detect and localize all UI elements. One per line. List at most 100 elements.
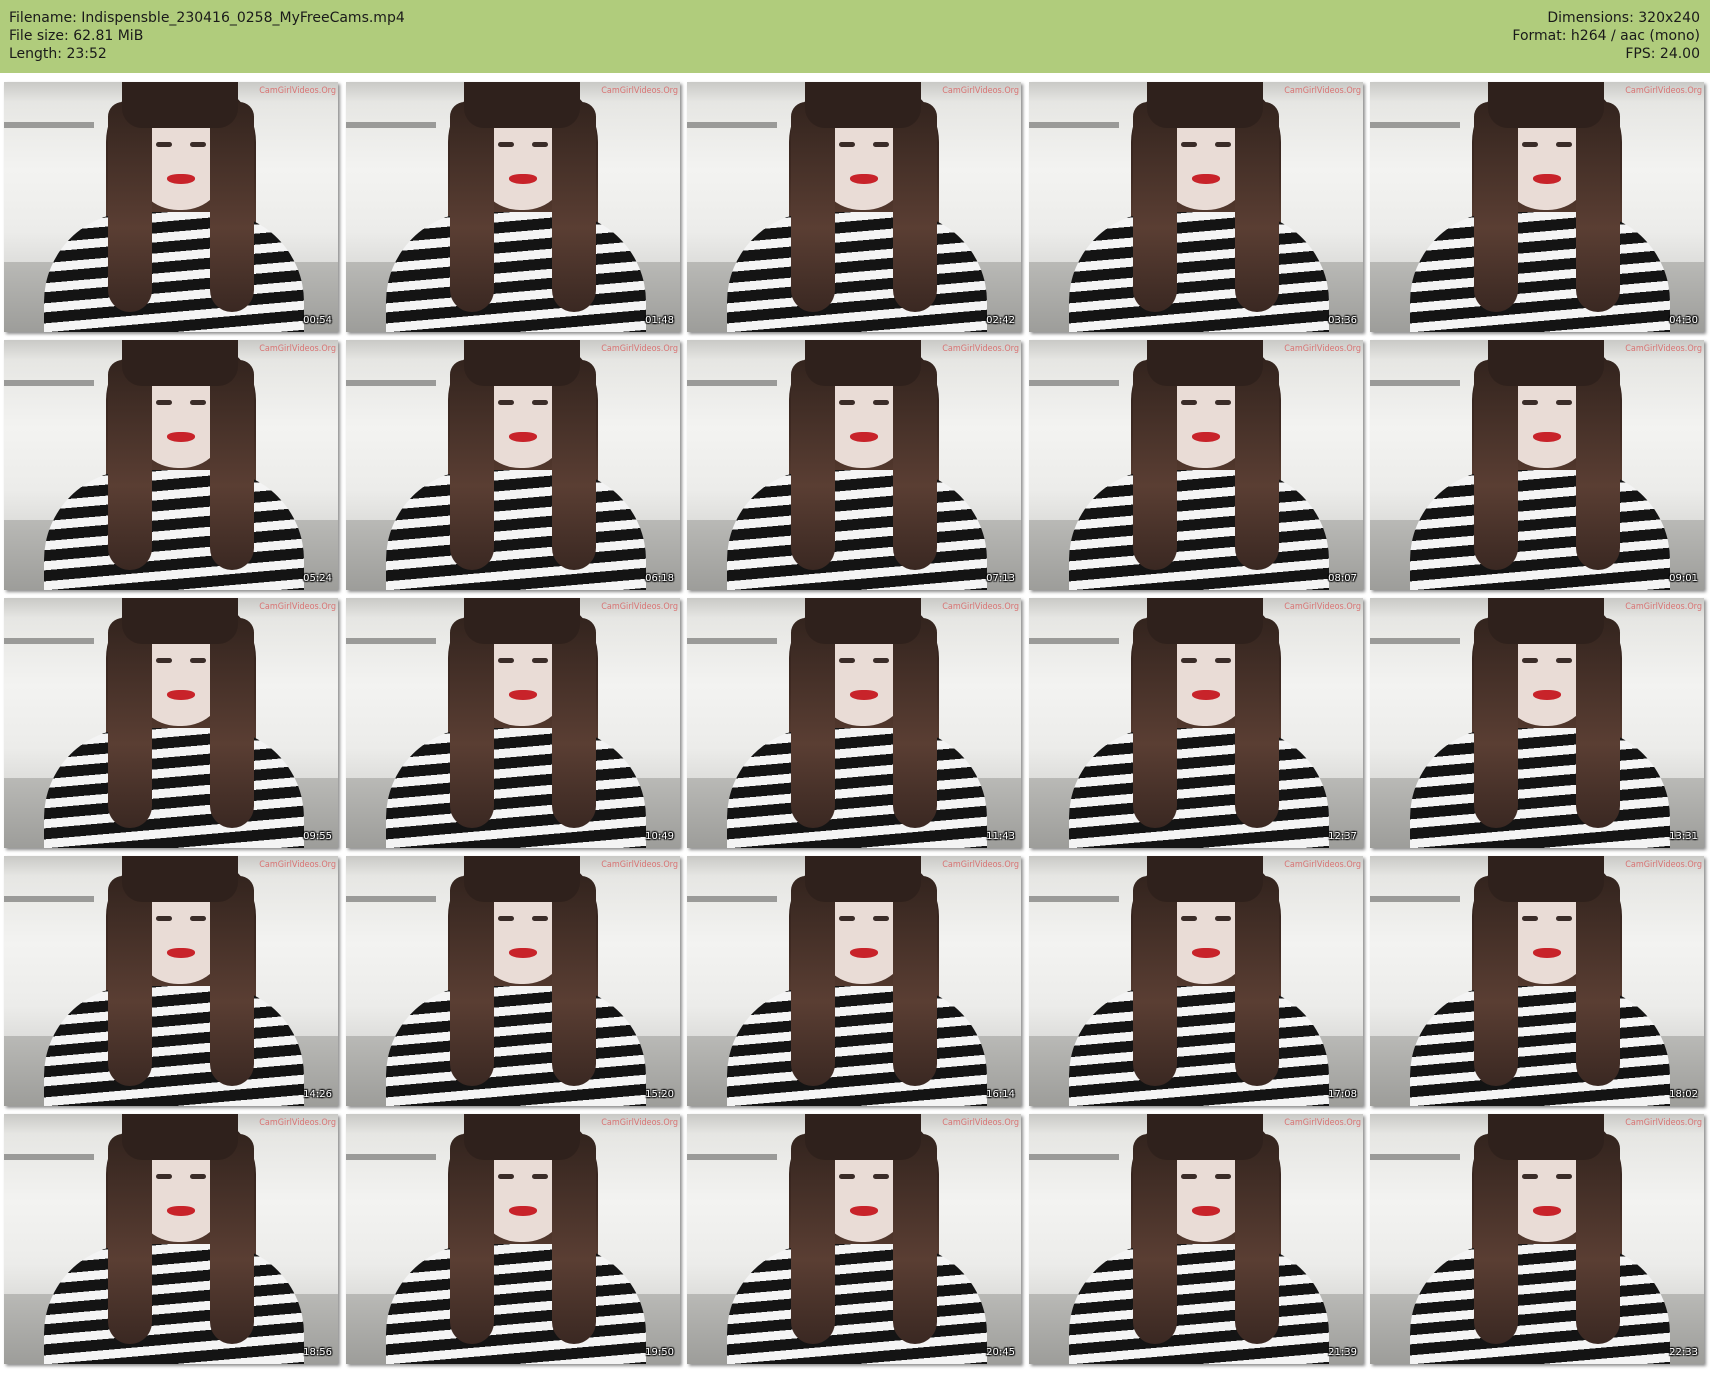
thumbnail-eye-right bbox=[1556, 142, 1572, 147]
thumbnail-lips bbox=[509, 432, 537, 442]
thumbnail-striped-shirt bbox=[727, 470, 987, 590]
watermark-text: CamGirlVideos.Org bbox=[942, 602, 1019, 612]
thumbnail-bangs bbox=[1488, 598, 1604, 644]
thumbnail-hair-right bbox=[210, 102, 254, 312]
video-thumbnail: CamGirlVideos.Org 03:36 bbox=[1029, 82, 1363, 332]
thumbnail-timestamp: 18:56 bbox=[303, 1347, 332, 1358]
thumbnail-shelf bbox=[4, 896, 94, 902]
thumbnail-eye-left bbox=[839, 658, 855, 663]
thumbnail-bangs bbox=[805, 856, 921, 902]
watermark-text: CamGirlVideos.Org bbox=[259, 86, 336, 96]
watermark-text: CamGirlVideos.Org bbox=[1625, 86, 1702, 96]
thumbnail-eye-left bbox=[1181, 1174, 1197, 1179]
thumbnail-hair-left bbox=[791, 618, 835, 828]
header-right-column: Dimensions: 320x240 Format: h264 / aac (… bbox=[1512, 9, 1700, 63]
thumbnail-hair-right bbox=[552, 102, 596, 312]
thumbnail-lips bbox=[850, 948, 878, 958]
thumbnail-hair-left bbox=[791, 876, 835, 1086]
thumbnail-hair-left bbox=[108, 1134, 152, 1344]
thumbnail-hair-left bbox=[791, 360, 835, 570]
thumbnail-eye-right bbox=[1556, 400, 1572, 405]
watermark-text: CamGirlVideos.Org bbox=[1625, 1118, 1702, 1128]
thumbnail-eye-right bbox=[873, 916, 889, 921]
thumbnail-striped-shirt bbox=[44, 470, 304, 590]
thumbnail-lips bbox=[1533, 174, 1561, 184]
watermark-text: CamGirlVideos.Org bbox=[942, 344, 1019, 354]
thumbnail-eye-left bbox=[498, 1174, 514, 1179]
watermark-text: CamGirlVideos.Org bbox=[1284, 86, 1361, 96]
thumbnail-timestamp: 00:54 bbox=[303, 315, 332, 326]
thumbnail-shelf bbox=[687, 122, 777, 128]
thumbnail-lips bbox=[1192, 432, 1220, 442]
thumbnail-hair-left bbox=[1474, 360, 1518, 570]
video-thumbnail: CamGirlVideos.Org 15:20 bbox=[346, 856, 680, 1106]
thumbnail-hair-left bbox=[1133, 1134, 1177, 1344]
thumbnail-shelf bbox=[346, 896, 436, 902]
thumbnail-timestamp: 09:55 bbox=[303, 831, 332, 842]
thumbnail-striped-shirt bbox=[386, 212, 646, 332]
thumbnail-eye-right bbox=[1556, 1174, 1572, 1179]
thumbnail-striped-shirt bbox=[1410, 212, 1670, 332]
thumbnail-lips bbox=[1192, 174, 1220, 184]
thumbnail-hair-right bbox=[1235, 1134, 1279, 1344]
thumbnail-eye-left bbox=[839, 916, 855, 921]
thumbnail-striped-shirt bbox=[44, 986, 304, 1106]
filename-text: Filename: Indispensble_230416_0258_MyFre… bbox=[9, 10, 405, 26]
thumbnail-timestamp: 12:37 bbox=[1328, 831, 1357, 842]
thumbnail-bangs bbox=[122, 856, 238, 902]
thumbnail-eye-right bbox=[1215, 916, 1231, 921]
thumbnail-shelf bbox=[1029, 896, 1119, 902]
thumbnail-bangs bbox=[122, 1114, 238, 1160]
thumbnail-bangs bbox=[122, 598, 238, 644]
thumbnail-hair-right bbox=[1235, 102, 1279, 312]
thumbnail-hair-right bbox=[1576, 360, 1620, 570]
thumbnail-hair-right bbox=[1235, 360, 1279, 570]
thumbnail-lips bbox=[509, 174, 537, 184]
video-thumbnail: CamGirlVideos.Org 10:49 bbox=[346, 598, 680, 848]
thumbnail-timestamp: 09:01 bbox=[1669, 573, 1698, 584]
thumbnail-lips bbox=[509, 690, 537, 700]
watermark-text: CamGirlVideos.Org bbox=[259, 344, 336, 354]
thumbnail-lips bbox=[850, 432, 878, 442]
thumbnail-striped-shirt bbox=[727, 1244, 987, 1364]
thumbnail-timestamp: 11:43 bbox=[986, 831, 1015, 842]
thumbnail-hair-right bbox=[1235, 618, 1279, 828]
thumbnail-eye-left bbox=[156, 142, 172, 147]
thumbnail-hair-right bbox=[552, 1134, 596, 1344]
thumbnail-striped-shirt bbox=[386, 728, 646, 848]
thumbnail-hair-left bbox=[450, 1134, 494, 1344]
thumbnail-hair-left bbox=[108, 876, 152, 1086]
thumbnail-timestamp: 18:02 bbox=[1669, 1089, 1698, 1100]
watermark-text: CamGirlVideos.Org bbox=[942, 86, 1019, 96]
thumbnail-hair-right bbox=[210, 618, 254, 828]
thumbnail-eye-right bbox=[1215, 1174, 1231, 1179]
thumbnail-bangs bbox=[464, 340, 580, 386]
thumbnail-bangs bbox=[464, 856, 580, 902]
thumbnail-bangs bbox=[1488, 340, 1604, 386]
thumbnail-eye-right bbox=[190, 658, 206, 663]
thumbnail-eye-left bbox=[1522, 916, 1538, 921]
thumbnail-hair-right bbox=[552, 360, 596, 570]
thumbnail-eye-right bbox=[1556, 916, 1572, 921]
thumbnail-hair-right bbox=[210, 1134, 254, 1344]
thumbnail-striped-shirt bbox=[386, 1244, 646, 1364]
thumbnail-hair-right bbox=[1576, 876, 1620, 1086]
thumbnail-lips bbox=[850, 690, 878, 700]
thumbnail-striped-shirt bbox=[1069, 1244, 1329, 1364]
thumbnail-eye-left bbox=[498, 142, 514, 147]
watermark-text: CamGirlVideos.Org bbox=[1625, 602, 1702, 612]
thumbnail-hair-right bbox=[893, 360, 937, 570]
watermark-text: CamGirlVideos.Org bbox=[1284, 1118, 1361, 1128]
thumbnail-striped-shirt bbox=[44, 212, 304, 332]
thumbnail-lips bbox=[167, 174, 195, 184]
thumbnail-eye-left bbox=[1181, 142, 1197, 147]
thumbnail-striped-shirt bbox=[1410, 1244, 1670, 1364]
thumbnail-timestamp: 17:08 bbox=[1328, 1089, 1357, 1100]
thumbnail-lips bbox=[1192, 1206, 1220, 1216]
thumbnail-hair-right bbox=[1576, 1134, 1620, 1344]
thumbnail-eye-left bbox=[498, 400, 514, 405]
thumbnail-bangs bbox=[122, 82, 238, 128]
thumbnail-lips bbox=[1533, 432, 1561, 442]
thumbnail-lips bbox=[509, 1206, 537, 1216]
thumbnail-grid: CamGirlVideos.Org 00:54 CamGirlVideos.Org 0… bbox=[4, 82, 1708, 1370]
